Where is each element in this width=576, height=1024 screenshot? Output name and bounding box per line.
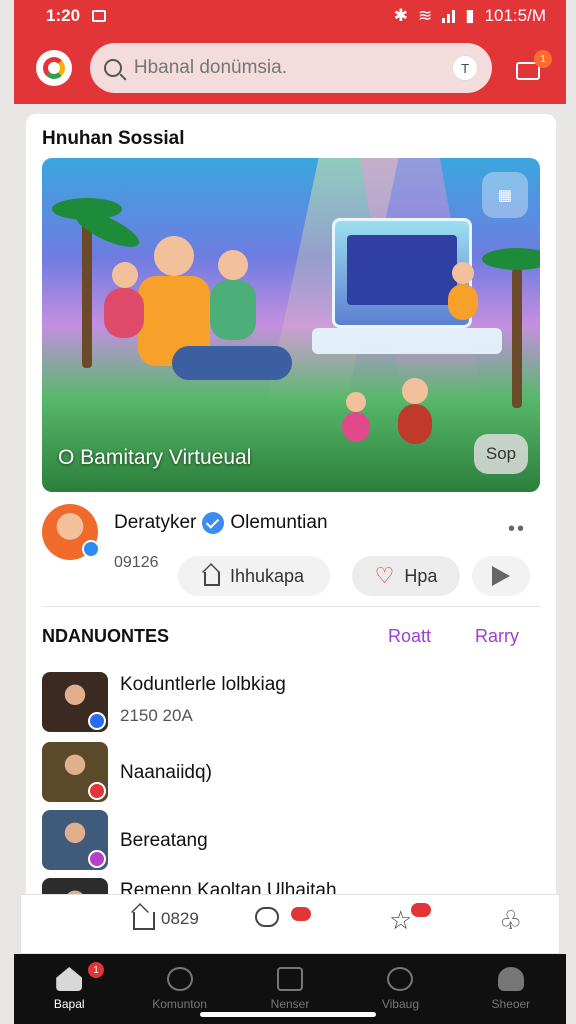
more-options-icon[interactable]: •• — [508, 518, 526, 541]
home-indicator[interactable] — [200, 1012, 376, 1017]
search-bar[interactable]: T — [89, 43, 493, 93]
inbox-badge: 1 — [534, 50, 552, 68]
message-notification-icon — [92, 10, 107, 22]
search-icon — [166, 967, 193, 991]
quick-favorite-button[interactable]: ☆ — [389, 907, 412, 933]
list-link-a[interactable]: Roatt — [388, 626, 431, 647]
list-item-badge-icon — [88, 782, 106, 800]
nav-label: Sheoer — [491, 997, 531, 1011]
quick-more-button[interactable]: ♧ — [499, 907, 522, 933]
post-author-line[interactable]: Deratyker Olemuntian — [114, 512, 328, 534]
list-item-thumbnail — [42, 742, 108, 802]
home-icon — [56, 967, 83, 991]
quick-action-bar: 0829 ☆ ♧ — [20, 894, 560, 954]
profile-icon — [497, 967, 524, 991]
like-label: Hpa — [404, 565, 438, 586]
divider — [42, 606, 540, 607]
favorite-badge — [411, 903, 431, 917]
quick-home-button[interactable]: 0829 — [133, 907, 199, 930]
nav-label: Nenser — [270, 997, 310, 1011]
signal-icon — [442, 9, 456, 23]
post-home-label: Ihhukapa — [229, 565, 305, 586]
nav-item-home[interactable]: Bapal 1 — [14, 954, 124, 1024]
post-author-name: Deratyker — [114, 512, 197, 533]
list-item-badge-icon — [88, 850, 106, 868]
status-bar: 1:20 ✱ ≋ ▮ 101:5/M — [14, 0, 566, 32]
lens-icon[interactable]: T — [452, 55, 479, 81]
list-item-title: Naanaiidq) — [120, 762, 212, 783]
compass-icon — [387, 967, 414, 991]
post-author-avatar[interactable] — [42, 504, 100, 560]
clover-icon: ♧ — [499, 905, 523, 935]
list-item-title: Koduntlerle lolbkiag — [120, 674, 286, 695]
section-title: Hnuhan Sossial — [42, 128, 185, 149]
hero-image[interactable]: ▦ O Bamitary Virtueual Sop — [42, 158, 540, 492]
list-item[interactable]: Bereatang — [42, 810, 540, 870]
list-item-title: Bereatang — [120, 830, 208, 851]
calendar-icon — [277, 967, 304, 991]
hero-caption: O Bamitary Virtueual — [58, 446, 252, 469]
inbox-button[interactable]: 1 — [514, 50, 552, 82]
post-meta: 09126 — [114, 554, 159, 571]
star-icon: ☆ — [389, 905, 413, 935]
nav-label: Bapal — [53, 997, 85, 1011]
home-icon — [203, 571, 220, 586]
home-outline-icon — [133, 912, 155, 930]
battery-icon: ▮ — [465, 6, 475, 25]
nav-home-badge: 1 — [88, 962, 104, 978]
list-header: NDANUONTES — [42, 626, 170, 646]
avatar-verified-badge-icon — [82, 540, 100, 558]
list-item[interactable]: Koduntlerle lolbkiag 2150 20A — [42, 672, 540, 732]
quick-home-count: 0829 — [161, 908, 199, 928]
quick-comments-button[interactable] — [255, 907, 279, 927]
app-logo-icon[interactable] — [36, 50, 72, 86]
comments-badge — [291, 907, 311, 921]
status-time: 1:20 — [46, 6, 81, 25]
post-community-name: Olemuntian — [230, 512, 328, 533]
nav-label: Vibaug — [381, 997, 419, 1011]
wifi-icon: ≋ — [417, 6, 433, 25]
status-right-text: 101:5/M — [484, 6, 546, 25]
app-bar: T 1 — [14, 32, 566, 104]
hero-tag-button[interactable]: Sop — [474, 434, 528, 474]
heart-icon: ♡ — [374, 563, 395, 588]
list-item-badge-icon — [88, 712, 106, 730]
search-icon — [103, 59, 122, 77]
bluetooth-icon: ✱ — [393, 6, 408, 25]
list-item-thumbnail — [42, 672, 108, 732]
feed-card: Hnuhan Sossial ▦ O Bamitary Virtueual So… — [26, 114, 556, 938]
list-item-subtitle: 2150 20A — [120, 706, 193, 725]
comment-icon — [255, 907, 279, 927]
send-icon — [492, 566, 510, 586]
post-home-button[interactable]: Ihhukapa — [178, 556, 330, 596]
list-item-thumbnail — [42, 810, 108, 870]
nav-item-profile[interactable]: Sheoer — [456, 954, 566, 1024]
list-link-b[interactable]: Rarry — [475, 626, 519, 647]
like-button[interactable]: ♡ Hpa — [352, 556, 460, 596]
search-input[interactable] — [133, 57, 453, 79]
list-item[interactable]: Naanaiidq) — [42, 742, 540, 802]
hero-game-icon: ▦ — [482, 172, 528, 218]
share-button[interactable] — [472, 556, 530, 596]
nav-label: Komunton — [152, 997, 207, 1011]
verified-icon — [202, 512, 225, 534]
